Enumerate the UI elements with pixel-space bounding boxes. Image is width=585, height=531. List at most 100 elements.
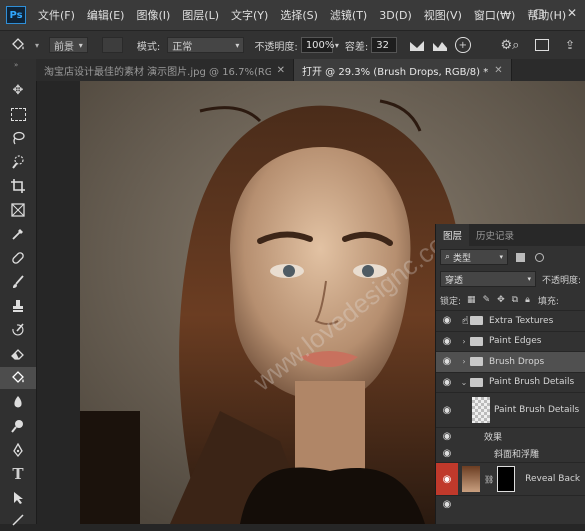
tolerance-input[interactable]: 32: [371, 37, 397, 53]
share-icon[interactable]: ⇪: [565, 38, 575, 52]
close-icon[interactable]: ✕: [277, 65, 285, 76]
menu-filter[interactable]: 滤镜(T): [324, 7, 373, 23]
workspace-icon[interactable]: [535, 39, 549, 51]
menu-edit[interactable]: 编辑(E): [81, 7, 131, 23]
layer-group-extra-textures[interactable]: ◉ › Extra Textures ☝: [436, 311, 585, 332]
lock-label: 锁定:: [440, 296, 462, 307]
filter-adjust-icon[interactable]: [535, 252, 544, 262]
fill-label: 填充:: [537, 296, 559, 307]
minimize-button[interactable]: —: [500, 6, 512, 20]
lock-pixels-icon[interactable]: ✎: [483, 295, 491, 305]
layer-group-paint-edges[interactable]: ◉ › Paint Edges: [436, 332, 585, 352]
eye-icon[interactable]: ◉: [436, 496, 458, 512]
menu-type[interactable]: 文字(Y): [225, 7, 274, 23]
mode-dropdown[interactable]: 正常 ▾: [167, 37, 245, 53]
tool-preset-chevron-icon[interactable]: ▾: [35, 41, 39, 50]
chevron-right-icon[interactable]: ›: [458, 357, 470, 366]
fill-source-dropdown[interactable]: 前景 ▾: [48, 37, 88, 53]
type-tool-icon[interactable]: T: [0, 463, 36, 485]
search-icon[interactable]: ⌕: [512, 38, 519, 53]
history-brush-tool-icon[interactable]: [0, 319, 36, 341]
all-layers-icon[interactable]: +: [455, 37, 471, 53]
layer-group-paint-brush-details[interactable]: ◉ ⌄ Paint Brush Details: [436, 373, 585, 393]
chain-link-icon: ⛓: [484, 474, 495, 484]
tab-history[interactable]: 历史记录: [469, 224, 521, 246]
toolbar-collapse[interactable]: »: [14, 61, 18, 69]
tab-document-1-label: 淘宝店设计最佳的素材 演示图片.jpg @ 16.7%(RGB/8): [44, 66, 271, 78]
frame-tool-icon[interactable]: [0, 199, 36, 221]
lasso-tool-icon[interactable]: [0, 127, 36, 149]
tab-layers[interactable]: 图层: [436, 224, 470, 246]
eyedropper-tool-icon[interactable]: [0, 223, 36, 245]
blur-tool-icon[interactable]: [0, 391, 36, 413]
chevron-down-icon: ▾: [527, 275, 531, 283]
layer-effects-row[interactable]: ◉ 效果: [436, 428, 585, 445]
lock-position-icon[interactable]: ✥: [497, 295, 505, 305]
lock-transparent-icon[interactable]: ▦: [467, 295, 476, 305]
lock-all-icon[interactable]: 🔒︎: [525, 295, 530, 305]
tolerance-value: 32: [376, 39, 389, 51]
fill-source-value: 前景: [53, 41, 74, 53]
eye-icon[interactable]: ◉: [436, 393, 458, 427]
dodge-tool-icon[interactable]: [0, 415, 36, 437]
menu-file[interactable]: 文件(F): [32, 7, 81, 23]
pattern-picker[interactable]: [101, 37, 123, 53]
chevron-down-icon: ▾: [235, 40, 240, 50]
path-select-tool-icon[interactable]: [0, 487, 36, 509]
eye-icon[interactable]: ◉: [436, 428, 458, 445]
contiguous-icon[interactable]: [432, 38, 449, 52]
opacity-input[interactable]: 100%: [300, 37, 334, 53]
eye-icon[interactable]: ◉: [436, 373, 458, 393]
eye-icon[interactable]: ◉: [436, 445, 458, 462]
layer-effect-bevel-emboss[interactable]: ◉ 斜面和浮雕: [436, 445, 585, 463]
filter-pixel-icon[interactable]: [516, 252, 525, 262]
anti-alias-icon[interactable]: [409, 38, 426, 52]
layer-group-brush-drops[interactable]: ◉ › Brush Drops: [436, 352, 585, 373]
paint-bucket-tool-icon[interactable]: [0, 367, 36, 389]
quick-select-tool-icon[interactable]: [0, 151, 36, 173]
move-tool-icon[interactable]: ✥: [0, 79, 36, 101]
chevron-right-icon[interactable]: ›: [458, 337, 470, 346]
menu-3d[interactable]: 3D(D): [373, 9, 418, 22]
menu-view[interactable]: 视图(V): [418, 7, 468, 23]
brush-tool-icon[interactable]: [0, 271, 36, 293]
photoshop-logo[interactable]: Ps: [6, 6, 26, 24]
menu-select[interactable]: 选择(S): [274, 7, 324, 23]
clone-stamp-tool-icon[interactable]: [0, 295, 36, 317]
paint-bucket-tool-icon[interactable]: [10, 38, 35, 52]
folder-icon: [470, 336, 483, 346]
document-tabs: 淘宝店设计最佳的素材 演示图片.jpg @ 16.7%(RGB/8) ✕ 打开 …: [36, 59, 585, 81]
chevron-down-icon[interactable]: ▾: [335, 41, 339, 50]
lock-artboard-icon[interactable]: ⧉: [512, 295, 518, 305]
tab-document-2[interactable]: 打开 @ 29.3% (Brush Drops, RGB/8) * ✕: [294, 59, 512, 81]
eye-icon-active[interactable]: ◉: [436, 463, 458, 495]
tab-document-1[interactable]: 淘宝店设计最佳的素材 演示图片.jpg @ 16.7%(RGB/8) ✕: [36, 59, 294, 81]
blend-mode-dropdown[interactable]: 穿透 ▾: [440, 271, 536, 287]
healing-brush-tool-icon[interactable]: [0, 247, 36, 269]
layer-thumbnail: [472, 397, 490, 423]
settings-icon[interactable]: ⚙: [501, 38, 513, 53]
chevron-down-icon[interactable]: ⌄: [458, 378, 470, 387]
layer-reveal-back[interactable]: ◉ ⛓ Reveal Back: [436, 463, 585, 496]
close-icon[interactable]: ✕: [494, 65, 502, 76]
layer-next[interactable]: ◉: [436, 496, 585, 512]
layer-effects-label: 效果: [484, 433, 503, 443]
tab-document-2-label: 打开 @ 29.3% (Brush Drops, RGB/8) *: [302, 66, 489, 78]
eye-icon[interactable]: ◉: [436, 332, 458, 352]
layer-filter-dropdown[interactable]: ⌕ 类型 ▾: [440, 249, 508, 265]
layer-paint-brush-details[interactable]: ◉ Paint Brush Details: [436, 393, 585, 428]
opacity-label: 不透明度:: [542, 275, 582, 286]
maximize-button[interactable]: ▢: [534, 6, 545, 20]
layer-filter-row: ⌕ 类型 ▾: [436, 246, 585, 268]
folder-icon: [470, 357, 483, 367]
menu-layer[interactable]: 图层(L): [176, 7, 225, 23]
marquee-tool-icon[interactable]: [0, 103, 36, 125]
eraser-tool-icon[interactable]: [0, 343, 36, 365]
eye-icon[interactable]: ◉: [436, 352, 458, 372]
close-window-button[interactable]: ✕: [567, 6, 577, 20]
line-tool-icon[interactable]: [0, 509, 36, 531]
pen-tool-icon[interactable]: [0, 439, 36, 461]
eye-icon[interactable]: ◉: [436, 311, 458, 331]
crop-tool-icon[interactable]: [0, 175, 36, 197]
menu-image[interactable]: 图像(I): [130, 7, 176, 23]
